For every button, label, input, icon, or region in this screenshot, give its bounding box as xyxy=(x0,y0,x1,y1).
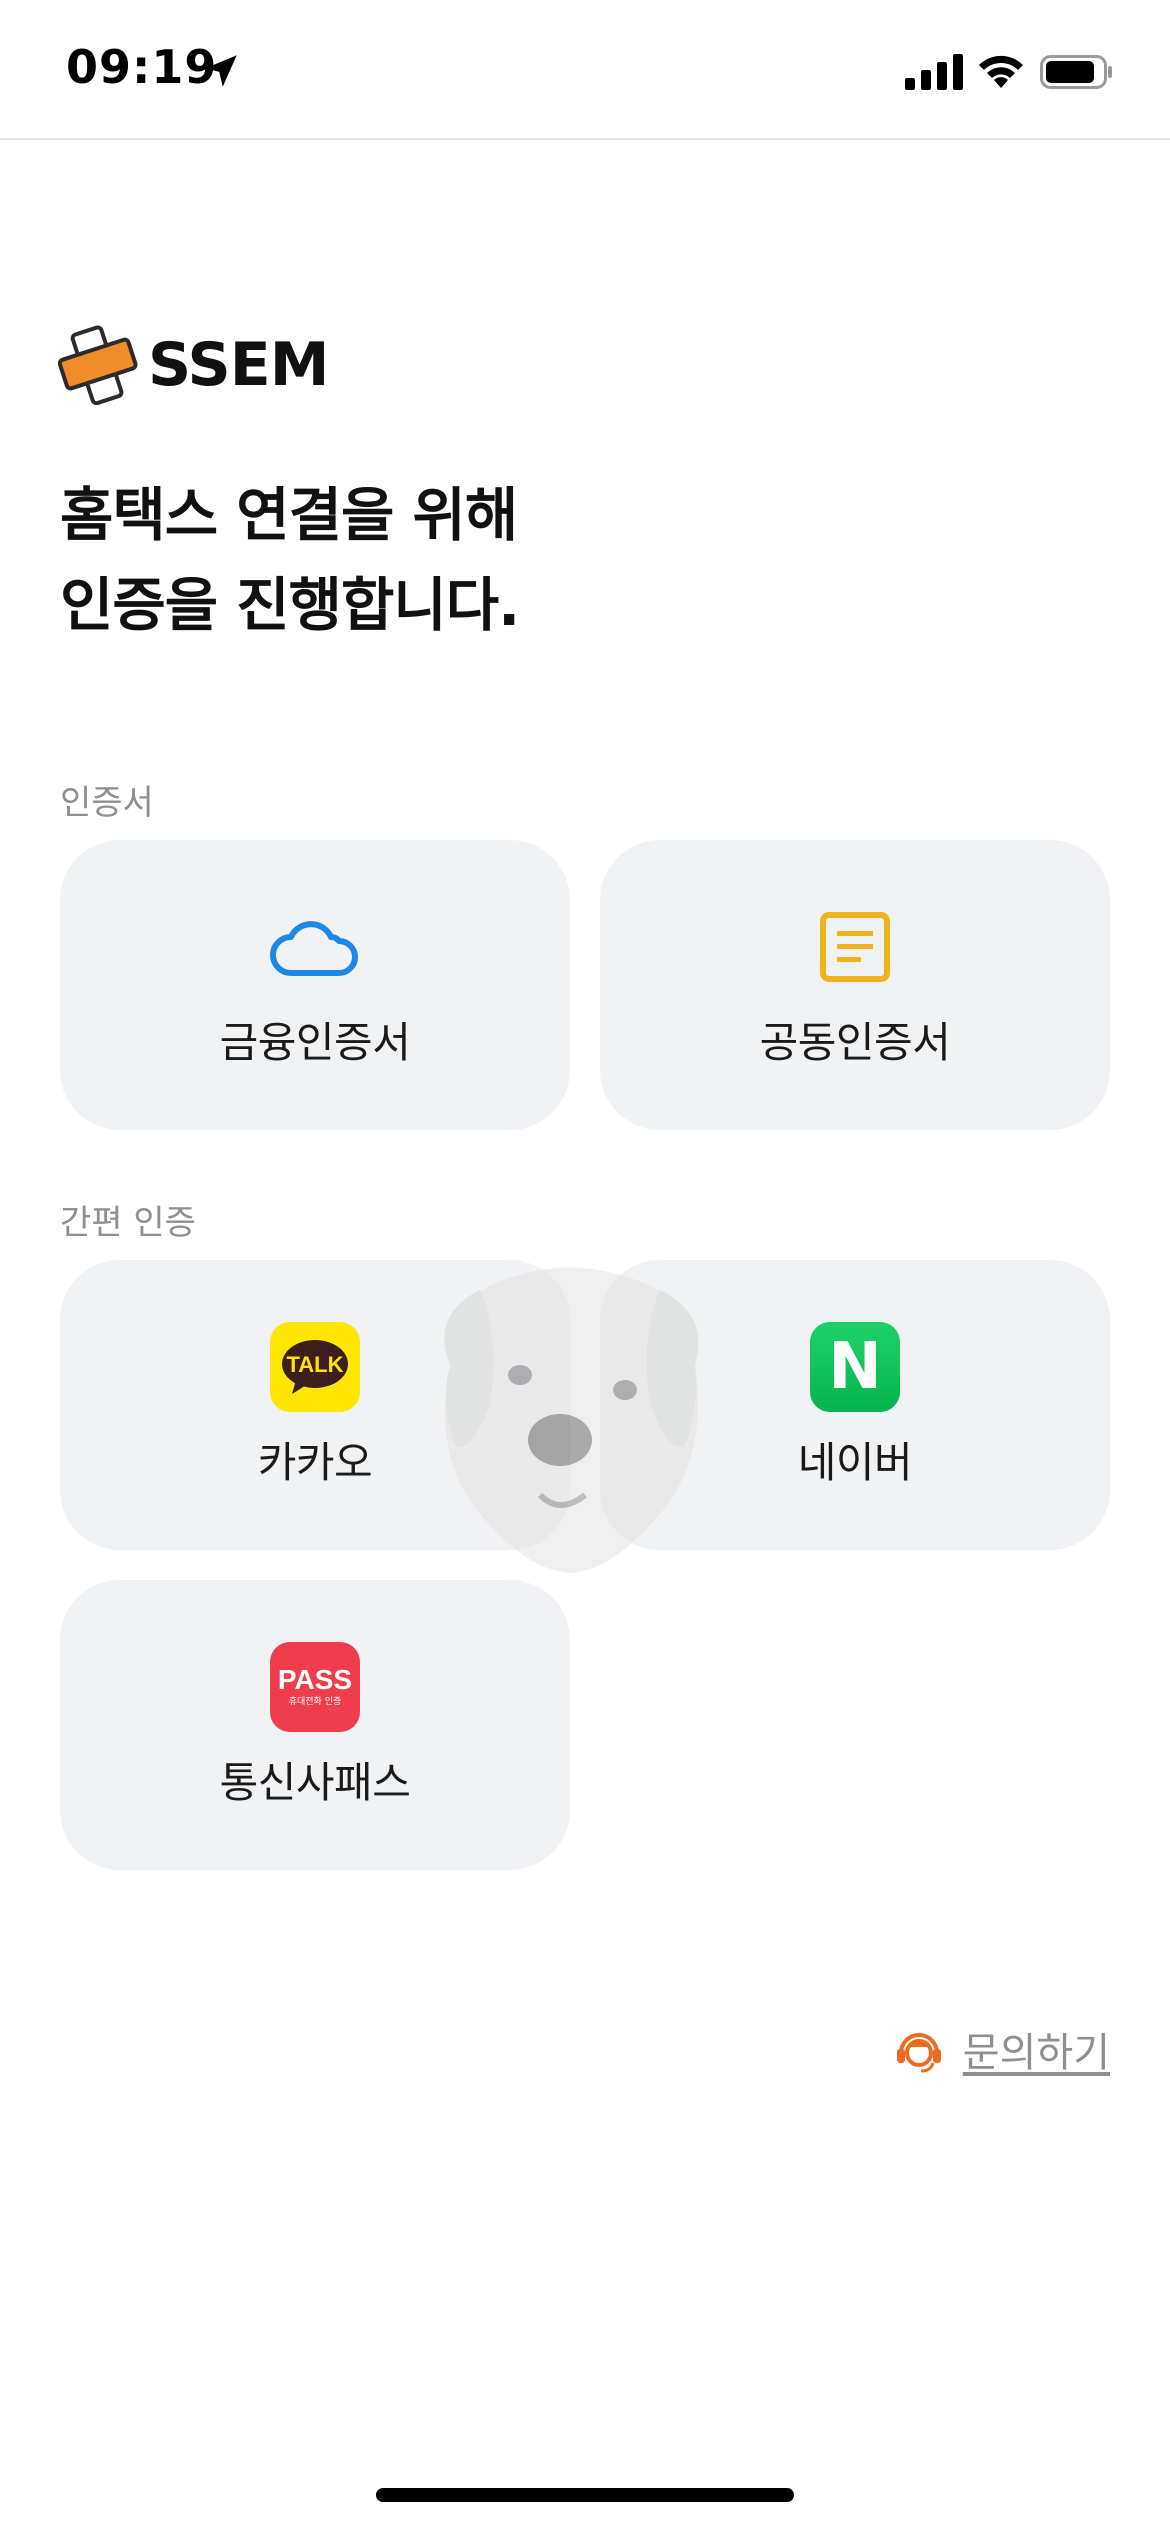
section-label-simple-auth: 간편 인증 xyxy=(60,1203,196,1243)
card-label: 통신사패스 xyxy=(219,1757,411,1807)
naver-auth-button[interactable]: N 네이버 xyxy=(600,1260,1110,1550)
document-icon xyxy=(820,911,890,982)
brand-logo: SSEM xyxy=(58,325,329,405)
pass-auth-button[interactable]: PASS 휴대전화 인증 통신사패스 xyxy=(60,1580,570,1870)
page-title: 홈택스 연결을 위해 인증을 진행합니다. xyxy=(60,470,520,650)
card-label: 금융인증서 xyxy=(219,1017,411,1067)
card-label: 공동인증서 xyxy=(759,1017,951,1067)
battery-icon xyxy=(1040,55,1112,89)
location-arrow-icon xyxy=(205,55,237,87)
card-label: 네이버 xyxy=(797,1437,913,1487)
brand-name: SSEM xyxy=(148,330,329,400)
kakao-talk-icon: TALK xyxy=(270,1321,360,1412)
cellular-signal-icon xyxy=(905,54,963,90)
title-line-1: 홈택스 연결을 위해 xyxy=(60,481,518,549)
cloud-icon xyxy=(270,920,358,976)
card-label: 카카오 xyxy=(257,1437,373,1487)
status-bar: 09:19 xyxy=(0,0,1170,140)
inquiry-link-group[interactable]: 문의하기 xyxy=(893,2020,1110,2078)
naver-icon: N xyxy=(810,1321,900,1412)
home-indicator[interactable] xyxy=(376,2488,794,2502)
support-agent-icon xyxy=(896,2033,941,2073)
kakao-auth-button[interactable]: TALK 카카오 xyxy=(60,1260,570,1550)
status-time: 09:19 xyxy=(66,40,218,94)
joint-certificate-button[interactable]: 공동인증서 xyxy=(600,840,1110,1130)
section-label-certificate: 인증서 xyxy=(60,783,154,823)
pass-badge-subtext: 휴대전화 인증 xyxy=(288,1696,342,1707)
pass-icon: PASS 휴대전화 인증 xyxy=(270,1641,360,1732)
inquiry-link[interactable]: 문의하기 xyxy=(963,2020,1110,2078)
financial-certificate-button[interactable]: 금융인증서 xyxy=(60,840,570,1130)
pass-badge-text: PASS xyxy=(277,1663,353,1695)
kakao-badge-text: TALK xyxy=(286,1352,343,1377)
bandage-logo-icon xyxy=(58,325,138,405)
title-line-2: 인증을 진행합니다. xyxy=(60,571,520,639)
wifi-icon xyxy=(979,55,1023,88)
